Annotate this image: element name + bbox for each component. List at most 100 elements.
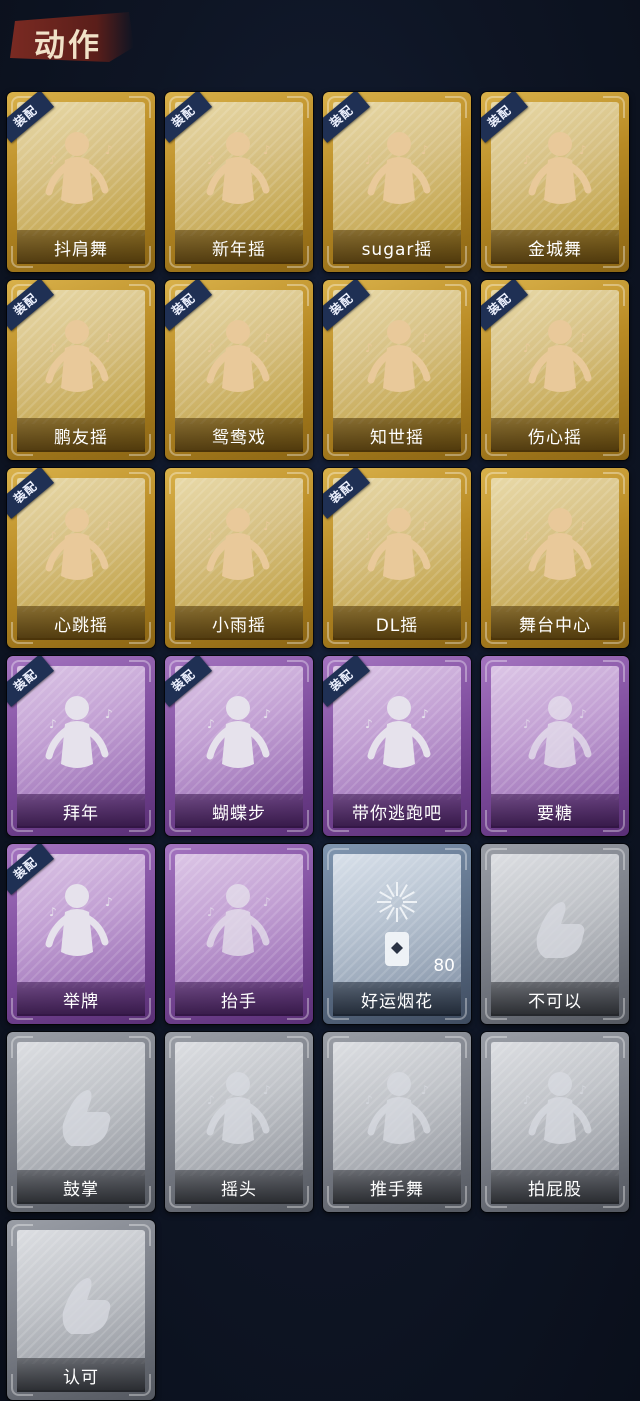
svg-text:♪: ♪ bbox=[421, 331, 429, 345]
action-label: 好运烟花 bbox=[333, 982, 461, 1016]
svg-text:♪: ♪ bbox=[421, 1083, 429, 1097]
butterfly-step-figure-icon: ♪ ♪ bbox=[199, 688, 279, 784]
heartbeat-sway-figure-icon: ♪ ♪ bbox=[41, 500, 121, 596]
svg-text:♪: ♪ bbox=[365, 717, 373, 731]
svg-text:♪: ♪ bbox=[105, 707, 113, 721]
action-card[interactable]: ♪ ♪ 摇头 bbox=[165, 1032, 313, 1212]
shake-head-figure-icon: ♪ ♪ bbox=[199, 1064, 279, 1160]
action-card[interactable]: ♪ ♪ 抬手 bbox=[165, 844, 313, 1024]
action-card[interactable]: ♪ ♪ DL摇 装配 bbox=[323, 468, 471, 648]
corner-ornament bbox=[129, 284, 151, 306]
action-label: 蝴蝶步 bbox=[175, 794, 303, 828]
action-label: 鸳鸯戏 bbox=[175, 418, 303, 452]
svg-text:♪: ♪ bbox=[421, 519, 429, 533]
svg-text:♪: ♪ bbox=[365, 341, 373, 355]
action-label: 金城舞 bbox=[491, 230, 619, 264]
action-label: 推手舞 bbox=[333, 1170, 461, 1204]
svg-text:♪: ♪ bbox=[105, 331, 113, 345]
new-year-sway-figure-icon: ♪ ♪ bbox=[199, 124, 279, 220]
thumbs-up-icon bbox=[41, 1252, 121, 1348]
action-card[interactable]: ♪ ♪ 金城舞 装配 bbox=[481, 92, 629, 272]
action-card[interactable]: ♪ ♪ 知世摇 装配 bbox=[323, 280, 471, 460]
heart-hands-figure-icon: ♪ ♪ bbox=[515, 312, 595, 408]
corner-ornament bbox=[11, 1224, 33, 1246]
action-card[interactable]: ♪ ♪ 心跳摇 装配 bbox=[7, 468, 155, 648]
corner-ornament bbox=[603, 472, 625, 494]
action-card[interactable]: ♪ ♪ 要糖 bbox=[481, 656, 629, 836]
corner-ornament bbox=[129, 1224, 151, 1246]
corner-ornament bbox=[445, 1036, 467, 1058]
action-card[interactable]: ♪ ♪ 拜年 装配 bbox=[7, 656, 155, 836]
dl-sway-figure-icon: ♪ ♪ bbox=[357, 500, 437, 596]
action-card[interactable]: ♪ ♪ 新年摇 装配 bbox=[165, 92, 313, 272]
svg-text:♪: ♪ bbox=[105, 519, 113, 533]
svg-text:♪: ♪ bbox=[207, 153, 215, 167]
action-card[interactable]: 认可 bbox=[7, 1220, 155, 1400]
svg-text:♪: ♪ bbox=[49, 717, 57, 731]
action-card[interactable]: ♪ ♪ 抖肩舞 装配 bbox=[7, 92, 155, 272]
svg-text:♪: ♪ bbox=[579, 707, 587, 721]
action-card[interactable]: 好运烟花 80 bbox=[323, 844, 471, 1024]
svg-text:♪: ♪ bbox=[579, 143, 587, 157]
corner-ornament bbox=[603, 848, 625, 870]
corner-ornament bbox=[129, 660, 151, 682]
svg-text:♪: ♪ bbox=[49, 153, 57, 167]
svg-text:♪: ♪ bbox=[207, 341, 215, 355]
jincheng-dance-figure-icon: ♪ ♪ bbox=[515, 124, 595, 220]
svg-text:♪: ♪ bbox=[523, 529, 531, 543]
action-card[interactable]: ♪ ♪ 举牌 装配 bbox=[7, 844, 155, 1024]
action-card[interactable]: ♪ ♪ 蝴蝶步 装配 bbox=[165, 656, 313, 836]
action-card[interactable]: ♪ ♪ 小雨摇 bbox=[165, 468, 313, 648]
shrug-dance-figure-icon: ♪ ♪ bbox=[41, 124, 121, 220]
svg-text:♪: ♪ bbox=[207, 717, 215, 731]
action-card[interactable]: ♪ ♪ 伤心摇 装配 bbox=[481, 280, 629, 460]
corner-ornament bbox=[603, 284, 625, 306]
action-card[interactable]: 不可以 bbox=[481, 844, 629, 1024]
corner-ornament bbox=[129, 472, 151, 494]
action-card[interactable]: ♪ ♪ sugar摇 装配 bbox=[323, 92, 471, 272]
svg-text:♪: ♪ bbox=[263, 143, 271, 157]
corner-ornament bbox=[11, 1036, 33, 1058]
svg-text:♪: ♪ bbox=[207, 529, 215, 543]
action-label: 举牌 bbox=[17, 982, 145, 1016]
corner-ornament bbox=[327, 848, 349, 870]
svg-text:♪: ♪ bbox=[105, 143, 113, 157]
svg-text:♪: ♪ bbox=[263, 895, 271, 909]
hold-sign-figure-icon: ♪ ♪ bbox=[41, 876, 121, 972]
action-label: 拍屁股 bbox=[491, 1170, 619, 1204]
corner-ornament bbox=[287, 660, 309, 682]
action-card[interactable]: 鼓掌 bbox=[7, 1032, 155, 1212]
svg-text:♪: ♪ bbox=[207, 905, 215, 919]
svg-text:♪: ♪ bbox=[523, 1093, 531, 1107]
svg-text:♪: ♪ bbox=[263, 519, 271, 533]
pat-butt-figure-icon: ♪ ♪ bbox=[515, 1064, 595, 1160]
action-label: 拜年 bbox=[17, 794, 145, 828]
svg-text:♪: ♪ bbox=[421, 707, 429, 721]
run-away-figure-icon: ♪ ♪ bbox=[357, 688, 437, 784]
svg-text:♪: ♪ bbox=[49, 341, 57, 355]
svg-text:♪: ♪ bbox=[263, 1083, 271, 1097]
svg-text:♪: ♪ bbox=[263, 707, 271, 721]
action-label: 抖肩舞 bbox=[17, 230, 145, 264]
action-card[interactable]: ♪ ♪ 拍屁股 bbox=[481, 1032, 629, 1212]
action-label: 鼓掌 bbox=[17, 1170, 145, 1204]
action-label: 带你逃跑吧 bbox=[333, 794, 461, 828]
action-label: 抬手 bbox=[175, 982, 303, 1016]
action-card[interactable]: ♪ ♪ 鸳鸯戏 装配 bbox=[165, 280, 313, 460]
action-card[interactable]: ♪ ♪ 推手舞 bbox=[323, 1032, 471, 1212]
action-card[interactable]: ♪ ♪ 舞台中心 bbox=[481, 468, 629, 648]
corner-ornament bbox=[603, 1036, 625, 1058]
corner-ornament bbox=[485, 660, 507, 682]
wagging-finger-icon bbox=[515, 876, 595, 972]
new-year-greeting-figure-icon: ♪ ♪ bbox=[41, 688, 121, 784]
action-card[interactable]: ♪ ♪ 鹏友摇 装配 bbox=[7, 280, 155, 460]
corner-ornament bbox=[287, 284, 309, 306]
corner-ornament bbox=[287, 472, 309, 494]
svg-text:♪: ♪ bbox=[207, 1093, 215, 1107]
svg-text:♪: ♪ bbox=[579, 331, 587, 345]
action-label: 小雨摇 bbox=[175, 606, 303, 640]
action-label: DL摇 bbox=[333, 606, 461, 640]
corner-ornament bbox=[485, 472, 507, 494]
action-card[interactable]: ♪ ♪ 带你逃跑吧 装配 bbox=[323, 656, 471, 836]
corner-ornament bbox=[169, 1036, 191, 1058]
